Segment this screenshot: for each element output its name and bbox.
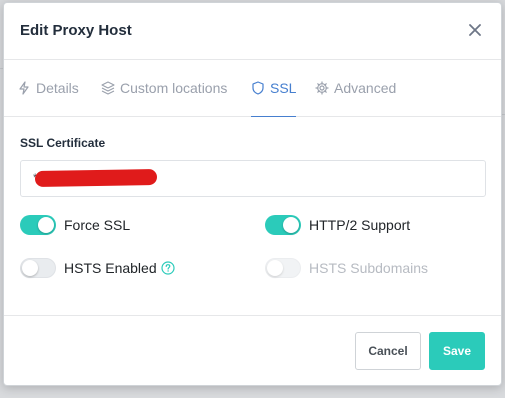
http2-switch[interactable] xyxy=(265,215,301,235)
hsts-subdomains-label: HSTS Subdomains xyxy=(309,260,429,276)
tab-details[interactable]: Details xyxy=(17,60,79,116)
gear-icon xyxy=(315,81,329,95)
ssl-certificate-select[interactable]: * xyxy=(20,160,486,197)
modal-tabs: Details Custom locations SSL Advanced xyxy=(4,60,501,117)
modal-title: Edit Proxy Host xyxy=(20,22,132,39)
modal-header: Edit Proxy Host xyxy=(4,3,501,60)
hsts-label: HSTS Enabled xyxy=(64,260,157,276)
tab-label: Advanced xyxy=(334,80,397,96)
force-ssl-label: Force SSL xyxy=(64,217,131,233)
tab-advanced[interactable]: Advanced xyxy=(315,60,396,116)
hsts-switch[interactable] xyxy=(20,258,56,278)
redaction-mark xyxy=(34,168,158,188)
hsts-subdomains-switch xyxy=(265,258,301,278)
http2-label: HTTP/2 Support xyxy=(309,217,411,233)
http2-toggle[interactable]: HTTP/2 Support xyxy=(265,215,410,235)
force-ssl-toggle[interactable]: Force SSL xyxy=(20,215,130,235)
modal-footer: Cancel Save xyxy=(4,315,501,385)
tab-label: Custom locations xyxy=(120,80,228,96)
cancel-button[interactable]: Cancel xyxy=(355,332,421,370)
ssl-certificate-label: SSL Certificate xyxy=(20,136,106,150)
force-ssl-switch[interactable] xyxy=(20,215,56,235)
question-circle-icon[interactable] xyxy=(161,261,175,275)
edit-proxy-host-modal: Edit Proxy Host Details Custom locations… xyxy=(3,2,502,386)
lightning-icon xyxy=(19,81,29,95)
tab-label: Details xyxy=(36,80,79,96)
layers-icon xyxy=(101,81,115,95)
shield-icon xyxy=(252,81,264,95)
close-button[interactable] xyxy=(465,20,485,40)
save-button[interactable]: Save xyxy=(429,332,485,370)
hsts-toggle[interactable]: HSTS Enabled xyxy=(20,258,175,278)
tab-ssl[interactable]: SSL xyxy=(251,60,297,117)
tab-custom-locations[interactable]: Custom locations xyxy=(101,60,227,116)
close-icon xyxy=(469,24,481,36)
hsts-subdomains-toggle: HSTS Subdomains xyxy=(265,258,428,278)
tab-label: SSL xyxy=(270,80,297,96)
